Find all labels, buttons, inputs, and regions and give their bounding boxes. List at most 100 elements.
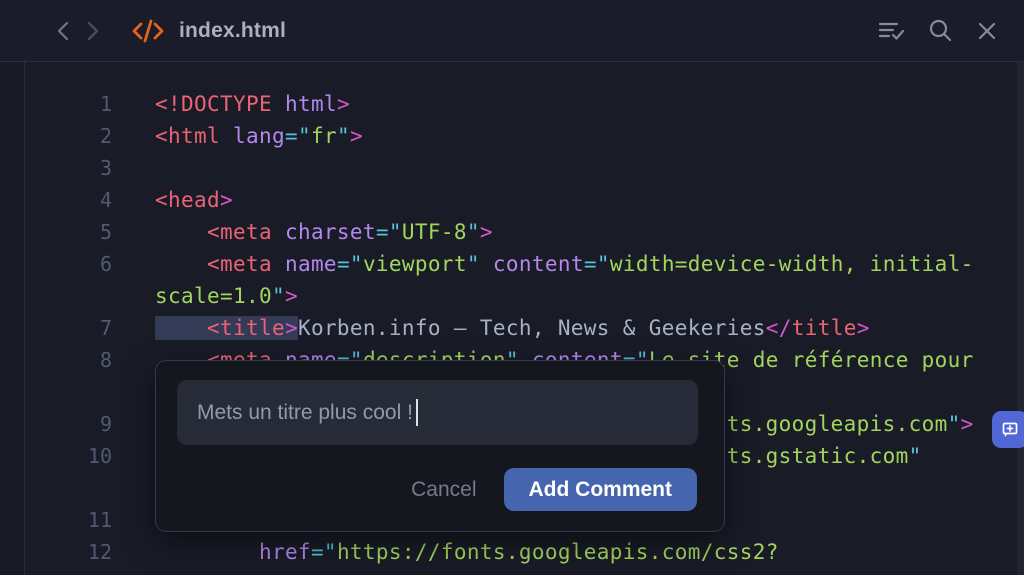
code-token bbox=[272, 252, 285, 276]
forward-button[interactable] bbox=[82, 19, 104, 43]
code-token: <head bbox=[155, 188, 220, 212]
code-row: 3 bbox=[0, 152, 1017, 184]
text-cursor bbox=[416, 399, 418, 426]
code-token: https://fonts.googleapis.com/css2? bbox=[337, 540, 779, 564]
code-token: > bbox=[220, 188, 233, 212]
add-comment-button[interactable]: Add Comment bbox=[504, 468, 698, 511]
line-number bbox=[0, 280, 112, 312]
code-token: =" bbox=[337, 252, 363, 276]
line-number: 1 bbox=[0, 88, 112, 120]
code-token: scale=1.0 bbox=[155, 284, 272, 308]
code-token bbox=[480, 252, 493, 276]
code-line bbox=[112, 472, 155, 504]
line-number bbox=[0, 472, 112, 504]
close-button[interactable] bbox=[976, 20, 998, 42]
code-line: <meta charset="UTF-8"> bbox=[112, 216, 493, 248]
code-token: " bbox=[337, 124, 350, 148]
code-row: 12 href="https://fonts.googleapis.com/cs… bbox=[0, 536, 1017, 568]
code-token: <html bbox=[155, 124, 220, 148]
line-number: 5 bbox=[0, 216, 112, 248]
cancel-button[interactable]: Cancel bbox=[411, 478, 476, 502]
code-token: " bbox=[909, 444, 922, 468]
line-number: 7 bbox=[0, 312, 112, 344]
code-token: > bbox=[857, 316, 870, 340]
code-line: <title>Korben.info – Tech, News & Geeker… bbox=[112, 312, 870, 344]
chevron-left-icon bbox=[55, 20, 71, 42]
code-token bbox=[155, 220, 207, 244]
code-row: 4<head> bbox=[0, 184, 1017, 216]
code-token: <!DOCTYPE bbox=[155, 92, 272, 116]
code-line bbox=[112, 152, 155, 184]
code-token: title bbox=[792, 316, 857, 340]
code-token: > bbox=[285, 284, 298, 308]
add-comment-gutter-button[interactable] bbox=[992, 411, 1024, 448]
code-token: viewport bbox=[363, 252, 467, 276]
code-token bbox=[220, 124, 233, 148]
line-number: 10 bbox=[0, 440, 112, 472]
code-token bbox=[155, 316, 207, 340]
line-number: 9 bbox=[0, 408, 112, 440]
comment-input-value: Mets un titre plus cool ! bbox=[197, 401, 413, 425]
code-token: width=device-width, initial- bbox=[610, 252, 974, 276]
line-number: 12 bbox=[0, 536, 112, 568]
line-number: 6 bbox=[0, 248, 112, 280]
code-token bbox=[155, 540, 259, 564]
code-token bbox=[272, 220, 285, 244]
code-token: > bbox=[337, 92, 350, 116]
code-token: " bbox=[272, 284, 285, 308]
code-token: html bbox=[285, 92, 337, 116]
code-line: href="https://fonts.googleapis.com/css2? bbox=[112, 536, 779, 568]
list-check-button[interactable] bbox=[878, 19, 905, 43]
code-token: <meta bbox=[207, 252, 272, 276]
code-token: > bbox=[350, 124, 363, 148]
code-token: lang bbox=[233, 124, 285, 148]
scrollbar[interactable] bbox=[1017, 62, 1024, 575]
header-toolbar bbox=[878, 18, 1024, 43]
comment-dialog: Mets un titre plus cool ! Cancel Add Com… bbox=[155, 360, 725, 532]
chevron-right-icon bbox=[85, 20, 101, 42]
code-token: ts.gstatic.com bbox=[727, 444, 909, 468]
code-token: UTF-8 bbox=[402, 220, 467, 244]
code-token: =" bbox=[376, 220, 402, 244]
code-token: charset bbox=[285, 220, 376, 244]
code-line: <html lang="fr"> bbox=[112, 120, 363, 152]
line-number: 8 bbox=[0, 344, 112, 376]
line-number: 4 bbox=[0, 184, 112, 216]
code-token: fr bbox=[311, 124, 337, 148]
line-number bbox=[0, 376, 112, 408]
code-token: > bbox=[285, 316, 298, 340]
code-token: <meta bbox=[207, 220, 272, 244]
file-title: index.html bbox=[179, 19, 286, 43]
code-row: 7 <title>Korben.info – Tech, News & Geek… bbox=[0, 312, 1017, 344]
code-token: ts.googleapis.com bbox=[727, 412, 948, 436]
search-icon bbox=[928, 18, 953, 43]
line-number: 2 bbox=[0, 120, 112, 152]
code-line: <head> bbox=[112, 184, 233, 216]
code-token: </ bbox=[766, 316, 792, 340]
code-row: 1 <!DOCTYPE html> bbox=[0, 88, 1017, 120]
code-line: <meta name="viewport" content="width=dev… bbox=[112, 248, 974, 280]
line-number: 11 bbox=[0, 504, 112, 536]
code-token bbox=[272, 92, 285, 116]
code-token: =" bbox=[584, 252, 610, 276]
code-token: name bbox=[285, 252, 337, 276]
back-button[interactable] bbox=[52, 19, 74, 43]
code-line: scale=1.0"> bbox=[112, 280, 298, 312]
code-token: <title bbox=[207, 316, 285, 340]
code-token: > bbox=[480, 220, 493, 244]
comment-plus-icon bbox=[1000, 420, 1020, 440]
code-line bbox=[112, 504, 155, 536]
code-token: " bbox=[467, 220, 480, 244]
comment-input[interactable]: Mets un titre plus cool ! bbox=[177, 380, 698, 445]
code-token: " bbox=[948, 412, 961, 436]
dialog-actions: Cancel Add Comment bbox=[156, 468, 697, 511]
code-row: 5 <meta charset="UTF-8"> bbox=[0, 216, 1017, 248]
code-token: =" bbox=[285, 124, 311, 148]
code-token: " bbox=[467, 252, 480, 276]
code-token: href bbox=[259, 540, 311, 564]
code-token bbox=[155, 252, 207, 276]
code-token: =" bbox=[311, 540, 337, 564]
code-row: 2<html lang="fr"> bbox=[0, 120, 1017, 152]
code-token: > bbox=[961, 412, 974, 436]
search-button[interactable] bbox=[928, 18, 953, 43]
